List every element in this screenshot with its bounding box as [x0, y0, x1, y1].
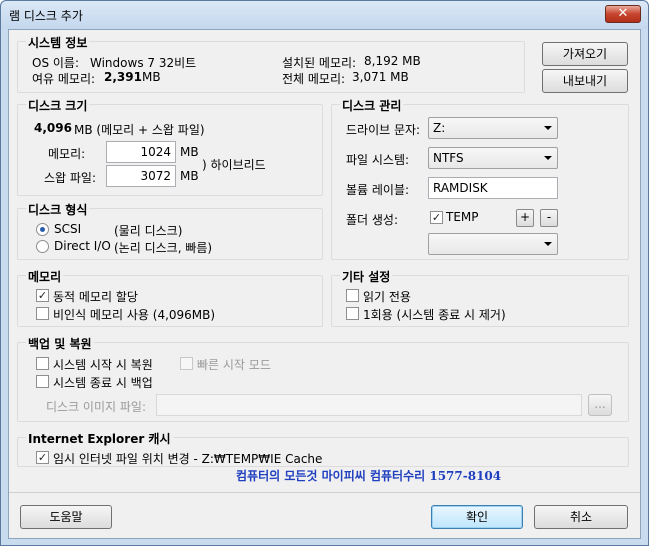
ie-cache-title: Internet Explorer 캐시 [26, 430, 173, 447]
disk-type-title: 디스크 형식 [26, 201, 90, 218]
volume-label-input[interactable]: RAMDISK [428, 177, 558, 199]
backup-on-shutdown-label[interactable]: 시스템 종료 시 백업 [53, 374, 153, 391]
system-info-title: 시스템 정보 [26, 34, 90, 51]
chevron-down-icon [544, 156, 552, 160]
disk-size-summary: MB (메모리 + 스왑 파일) [74, 123, 205, 137]
installed-memory-value: 8,192 MB [364, 54, 421, 68]
window-title: 램 디스크 추가 [9, 9, 83, 23]
os-label: OS 이름: [32, 56, 80, 70]
direct-io-label[interactable]: Direct I/O [54, 239, 111, 253]
export-button[interactable]: 내보내기 [542, 69, 628, 93]
scsi-label[interactable]: SCSI [54, 222, 81, 236]
memory-size-label: 메모리: [48, 147, 86, 161]
os-value: Windows 7 32비트 [90, 56, 197, 70]
disk-image-label: 디스크 이미지 파일: [46, 400, 146, 414]
browse-button[interactable]: ... [588, 394, 612, 416]
title-bar[interactable]: 램 디스크 추가 ✕ [1, 1, 648, 29]
backup-on-shutdown-checkbox[interactable] [36, 375, 49, 388]
swap-size-unit: MB [180, 169, 199, 183]
backup-title: 백업 및 복원 [26, 335, 94, 352]
restore-on-start-checkbox[interactable] [36, 357, 49, 370]
drive-letter-label: 드라이브 문자: [346, 123, 421, 137]
dialog-footer: 도움말 확인 취소 [9, 493, 640, 538]
direct-io-description: (논리 디스크, 빠름) [114, 241, 213, 255]
readonly-label[interactable]: 읽기 전용 [363, 288, 411, 305]
file-system-select[interactable]: NTFS [428, 147, 558, 169]
disk-type-group: 디스크 형식 SCSI (물리 디스크) Direct I/O (논리 디스크,… [17, 201, 323, 260]
one-time-label[interactable]: 1회용 (시스템 종료 시 제거) [363, 306, 506, 323]
disk-size-title: 디스크 크기 [26, 97, 90, 114]
restore-on-start-label[interactable]: 시스템 시작 시 복원 [53, 356, 153, 373]
memory-title: 메모리 [26, 268, 64, 285]
folder-create-label: 폴더 생성: [346, 213, 399, 227]
unmanaged-memory-label[interactable]: 비인식 메모리 사용 (4,096MB) [53, 306, 215, 323]
chevron-down-icon [544, 126, 552, 130]
promo-watermark: 컴퓨터의 모든것 마이피씨 컴퓨터수리 1577-8104 [236, 469, 502, 483]
ok-button[interactable]: 확인 [431, 505, 523, 529]
folder-create-checkbox[interactable]: ✓ [430, 211, 443, 224]
fast-start-label[interactable]: 빠른 시작 모드 [197, 356, 271, 373]
free-memory-unit: MB [142, 70, 161, 84]
memory-group: 메모리 ✓ 동적 메모리 할당 비인식 메모리 사용 (4,096MB) [17, 268, 323, 327]
dynamic-memory-label[interactable]: 동적 메모리 할당 [53, 288, 138, 305]
hybrid-label: ) 하이브리드 [202, 158, 266, 172]
disk-manage-title: 디스크 관리 [340, 97, 404, 114]
file-system-label: 파일 시스템: [346, 153, 410, 167]
system-info-group: 시스템 정보 OS 이름: Windows 7 32비트 여유 메모리: 2,3… [17, 34, 525, 93]
one-time-checkbox[interactable] [346, 307, 359, 320]
ie-cache-checkbox[interactable]: ✓ [36, 451, 49, 464]
folder-list-select[interactable] [428, 233, 558, 255]
scsi-description: (물리 디스크) [114, 224, 183, 238]
direct-io-radio[interactable] [36, 240, 49, 253]
remove-folder-button[interactable]: - [540, 209, 558, 227]
drive-letter-value: Z: [433, 121, 446, 135]
drive-letter-select[interactable]: Z: [428, 117, 558, 139]
file-system-value: NTFS [433, 151, 464, 165]
readonly-checkbox[interactable] [346, 289, 359, 302]
volume-label-label: 볼륨 레이블: [346, 183, 410, 197]
chevron-down-icon [544, 242, 552, 246]
backup-group: 백업 및 복원 시스템 시작 시 복원 빠른 시작 모드 시스템 종료 시 백업… [17, 335, 629, 422]
dialog-client: 시스템 정보 OS 이름: Windows 7 32비트 여유 메모리: 2,3… [8, 29, 641, 539]
dynamic-memory-checkbox[interactable]: ✓ [36, 289, 49, 302]
disk-manage-group: 디스크 관리 드라이브 문자: Z: 파일 시스템: NTFS 볼륨 레이블: … [331, 97, 629, 260]
fast-start-checkbox[interactable] [180, 357, 193, 370]
free-memory-value: 2,391 [104, 70, 142, 84]
ie-cache-group: Internet Explorer 캐시 ✓ 임시 인터넷 파일 위치 변경 -… [17, 430, 629, 467]
free-memory-label: 여유 메모리: [32, 72, 96, 86]
total-memory-label: 전체 메모리: [282, 72, 346, 86]
disk-size-group: 디스크 크기 4,096 MB (메모리 + 스왑 파일) 메모리: 1024 … [17, 97, 323, 196]
cancel-button[interactable]: 취소 [534, 505, 628, 529]
installed-memory-label: 설치된 메모리: [282, 56, 357, 70]
import-button[interactable]: 가져오기 [542, 42, 628, 66]
other-settings-title: 기타 설정 [340, 268, 393, 285]
scsi-radio[interactable] [36, 223, 49, 236]
other-settings-group: 기타 설정 읽기 전용 1회용 (시스템 종료 시 제거) [331, 268, 629, 327]
swap-size-input[interactable]: 3072 [106, 165, 176, 187]
dialog-window: 램 디스크 추가 ✕ 시스템 정보 OS 이름: Windows 7 32비트 … [0, 0, 649, 546]
memory-size-unit: MB [180, 145, 199, 159]
add-folder-button[interactable]: + [516, 209, 534, 227]
ie-cache-label[interactable]: 임시 인터넷 파일 위치 변경 - Z:₩TEMP₩IE Cache [53, 450, 322, 467]
total-memory-value: 3,071 MB [352, 70, 409, 84]
close-button[interactable]: ✕ [605, 5, 641, 23]
unmanaged-memory-checkbox[interactable] [36, 307, 49, 320]
help-button[interactable]: 도움말 [20, 505, 112, 529]
disk-image-input[interactable] [156, 394, 582, 416]
folder-name: TEMP [446, 210, 479, 224]
memory-size-input[interactable]: 1024 [106, 141, 176, 163]
swap-size-label: 스왑 파일: [44, 171, 97, 185]
disk-size-total: 4,096 [34, 121, 72, 135]
